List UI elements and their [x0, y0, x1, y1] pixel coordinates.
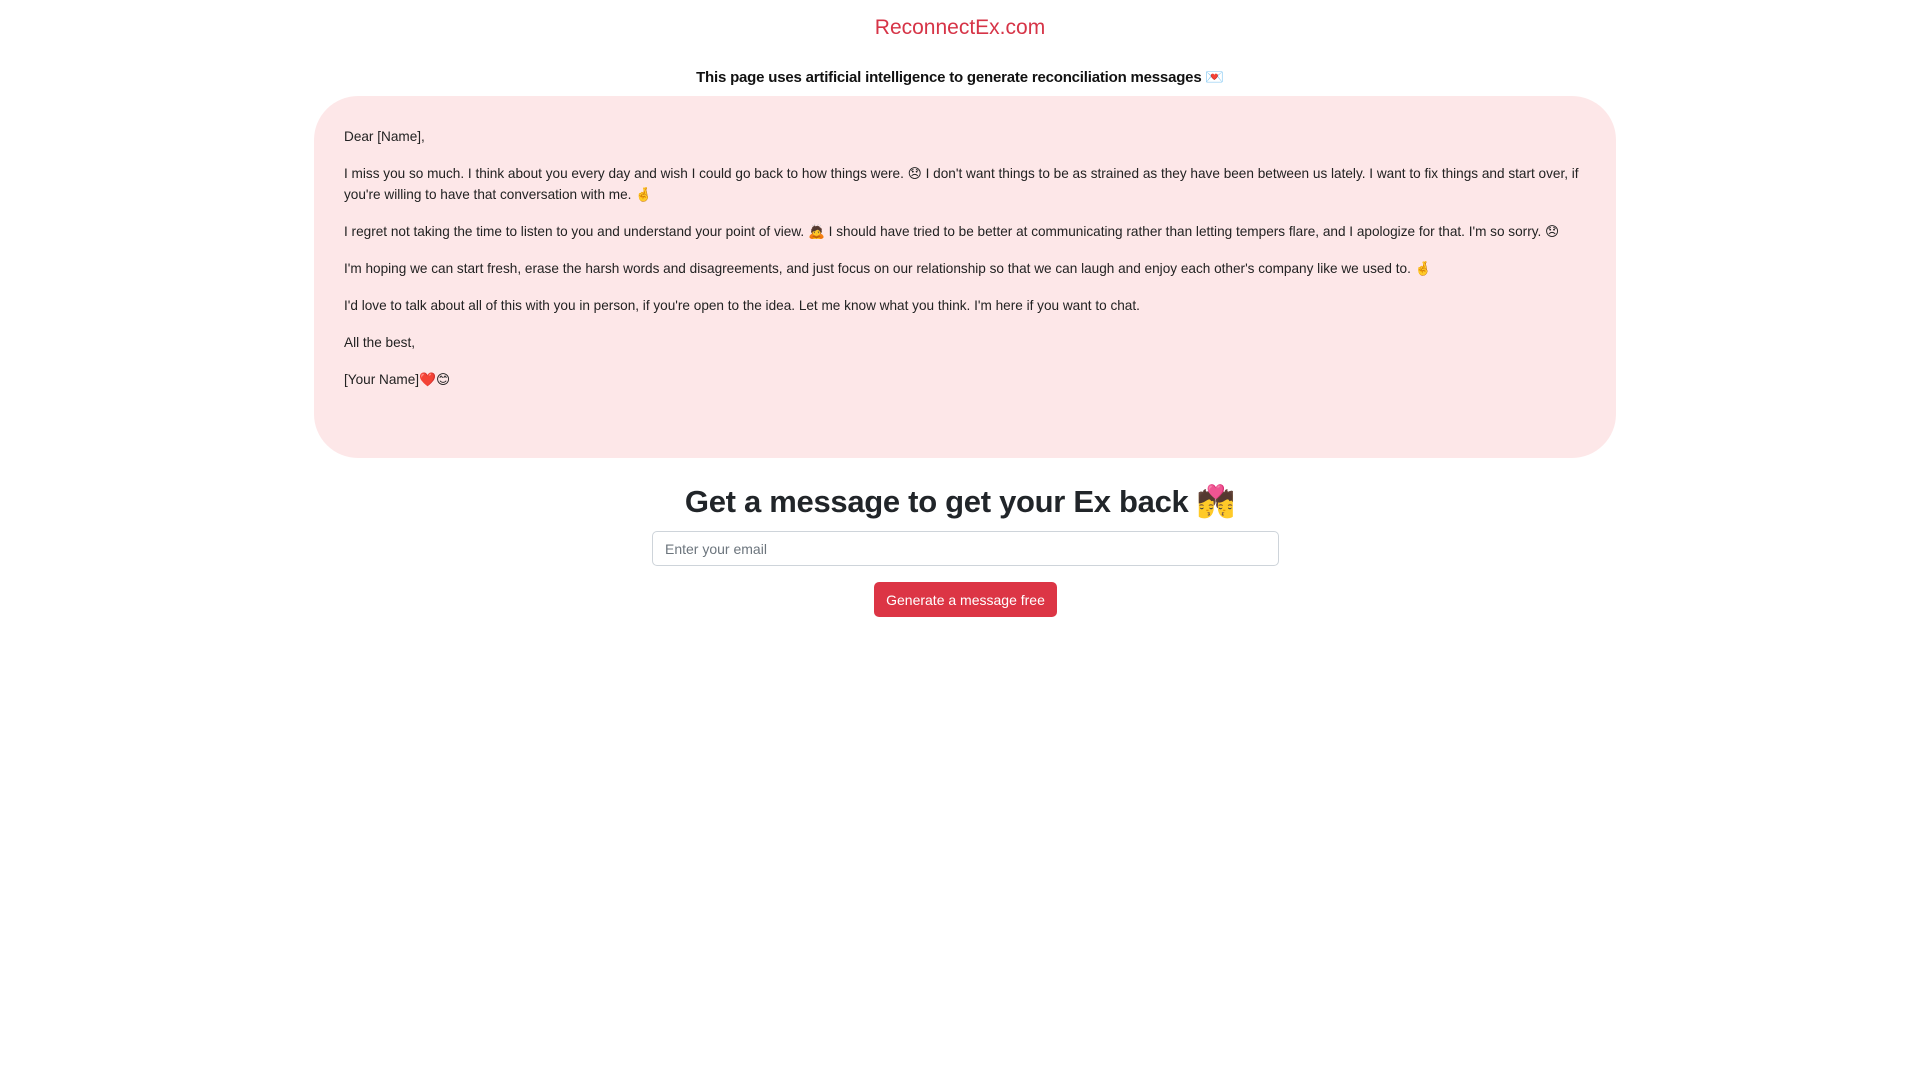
message-closing: All the best,	[344, 335, 416, 350]
tagline: This page uses artificial intelligence t…	[696, 69, 1224, 86]
message-paragraph-4: I'd love to talk about all of this with …	[344, 298, 1140, 313]
cta-heading: Get a message to get your Ex back 💏	[684, 484, 1236, 519]
site-title-link[interactable]: ReconnectEx.com	[0, 15, 1920, 41]
page: ReconnectEx.com This page uses artificia…	[0, 0, 1920, 1080]
message-paragraph-2: I regret not taking the time to listen t…	[344, 224, 1560, 239]
message-greeting: Dear [Name],	[344, 129, 425, 144]
message-card: Dear [Name], I miss you so much. I think…	[314, 96, 1616, 458]
message-paragraph-1: I miss you so much. I think about you ev…	[344, 166, 1579, 202]
message-signature: [Your Name]❤️😊	[344, 372, 451, 387]
generate-message-button[interactable]: Generate a message free	[874, 582, 1057, 617]
message-paragraph-3: I'm hoping we can start fresh, erase the…	[344, 261, 1432, 276]
email-input[interactable]	[652, 531, 1279, 566]
